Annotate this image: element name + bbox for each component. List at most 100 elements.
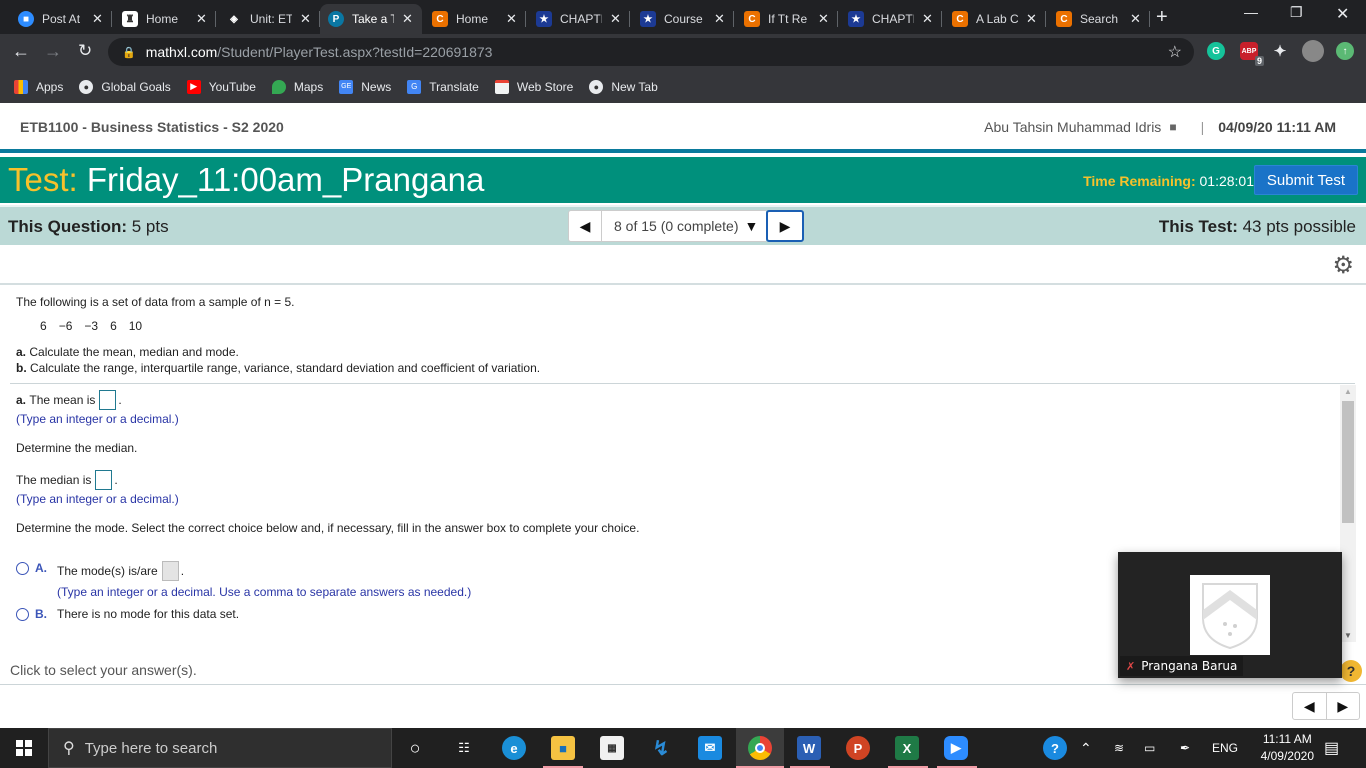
microsoft-store-icon[interactable]: ▦	[600, 736, 624, 760]
choice-b-radio[interactable]	[16, 608, 29, 621]
scroll-down-icon[interactable]: ▼	[1344, 631, 1352, 640]
update-icon[interactable]: ↑	[1336, 42, 1354, 60]
browser-toolbar: ← → ↻ 🔒 mathxl.com/Student/PlayerTest.as…	[0, 34, 1366, 70]
close-tab-icon[interactable]: ✕	[402, 11, 413, 27]
battery-icon[interactable]: ▭	[1144, 728, 1155, 768]
next-question-button[interactable]: ▶	[766, 210, 804, 242]
submit-test-button[interactable]: Submit Test	[1253, 165, 1358, 195]
close-tab-icon[interactable]: ✕	[506, 11, 517, 27]
bookmark-youtube[interactable]: ▶ YouTube	[186, 79, 256, 94]
zoom-app-icon[interactable]: ▶	[944, 736, 968, 760]
wifi-icon[interactable]: ≋	[1114, 728, 1124, 768]
question-select-dropdown[interactable]: 8 of 15 (0 complete) ▼	[602, 210, 766, 242]
close-tab-icon[interactable]: ✕	[92, 11, 103, 27]
excel-icon[interactable]: X	[895, 736, 919, 760]
language-indicator[interactable]: ENG	[1212, 728, 1238, 768]
reload-icon[interactable]: ↻	[78, 41, 92, 61]
course-header: ETB1100 - Business Statistics - S2 2020 …	[0, 103, 1366, 153]
page-nav: ◀ ▶	[1292, 692, 1360, 720]
browser-tab-strip: ■ Post At ✕ ♜ Home ✕ ◈ Unit: ET ✕ P Take a …	[0, 0, 1366, 34]
word-icon[interactable]: W	[797, 736, 821, 760]
user-name[interactable]: Abu Tahsin Muhammad Idris	[984, 119, 1161, 135]
grammarly-icon[interactable]: G	[1207, 42, 1225, 60]
bookmark-global-goals[interactable]: ● Global Goals	[79, 79, 171, 94]
taskbar-clock[interactable]: 11:11 AM 4/09/2020	[1261, 731, 1314, 765]
tab-course[interactable]: ★ Course ✕	[632, 4, 734, 34]
star-icon: ★	[536, 11, 552, 27]
bookmark-translate[interactable]: G Translate	[407, 79, 479, 94]
tab-post-at[interactable]: ■ Post At ✕	[10, 4, 112, 34]
bookmark-web-store[interactable]: Web Store	[494, 79, 573, 94]
help-icon[interactable]: ?	[1340, 660, 1362, 682]
tab-chapter-1[interactable]: ★ CHAPTI ✕	[528, 4, 630, 34]
close-window-icon[interactable]: ✕	[1336, 4, 1349, 24]
bookmark-news[interactable]: GE News	[339, 79, 391, 94]
close-tab-icon[interactable]: ✕	[922, 11, 933, 27]
profile-avatar[interactable]	[1302, 40, 1324, 62]
show-hidden-icons[interactable]: ⌃	[1080, 728, 1092, 768]
mean-input[interactable]	[99, 390, 117, 410]
restore-icon[interactable]: ❐	[1290, 4, 1303, 21]
zoom-icon: ■	[18, 11, 34, 27]
chrome-icon[interactable]	[748, 736, 772, 760]
tab-if-tt-re[interactable]: C If Tt Re ✕	[736, 4, 838, 34]
answer-scrollbar[interactable]: ▲ ▼	[1340, 385, 1356, 642]
close-tab-icon[interactable]: ✕	[300, 11, 311, 27]
google-news-icon: GE	[339, 79, 354, 94]
pen-icon[interactable]: ✒	[1180, 728, 1190, 768]
help-tray-icon[interactable]: ?	[1043, 736, 1067, 760]
close-tab-icon[interactable]: ✕	[196, 11, 207, 27]
bookmark-star-icon[interactable]: ☆	[1168, 42, 1182, 62]
previous-question-button[interactable]: ◀	[568, 210, 602, 242]
powerpoint-icon[interactable]: P	[846, 736, 870, 760]
bookmark-new-tab[interactable]: ● New Tab	[589, 79, 658, 94]
close-tab-icon[interactable]: ✕	[1026, 11, 1037, 27]
close-tab-icon[interactable]: ✕	[610, 11, 621, 27]
notifications-icon[interactable]: ▤	[1324, 728, 1339, 768]
web-store-icon	[494, 79, 509, 94]
close-tab-icon[interactable]: ✕	[818, 11, 829, 27]
new-tab-button[interactable]: +	[1156, 6, 1168, 29]
mode-input[interactable]	[161, 561, 179, 581]
part-b-instruction: b. Calculate the range, interquartile ra…	[16, 361, 541, 375]
tab-take-a-test[interactable]: P Take a T ✕	[320, 4, 422, 34]
adblock-icon[interactable]: ABP 9	[1240, 42, 1264, 66]
bookmark-maps[interactable]: Maps	[271, 79, 323, 94]
next-page-button[interactable]: ▶	[1327, 693, 1360, 719]
chegg-icon: C	[432, 11, 448, 27]
task-view-icon[interactable]: ☷	[452, 736, 476, 760]
power-automate-icon[interactable]: ↯	[649, 736, 673, 760]
gear-icon[interactable]: ⚙	[1332, 251, 1354, 280]
close-tab-icon[interactable]: ✕	[1130, 11, 1141, 27]
choice-b[interactable]: B. There is no mode for this data set.	[16, 607, 239, 621]
mail-icon[interactable]: ✉	[698, 736, 722, 760]
chegg-icon: C	[744, 11, 760, 27]
tab-search[interactable]: C Search ✕	[1048, 4, 1150, 34]
cortana-icon[interactable]: ○	[403, 736, 427, 760]
file-explorer-icon[interactable]: ■	[551, 736, 575, 760]
tab-chegg-home[interactable]: C Home ✕	[424, 4, 526, 34]
close-tab-icon[interactable]: ✕	[714, 11, 725, 27]
edge-icon[interactable]: e	[502, 736, 526, 760]
bookmark-apps[interactable]: Apps	[14, 79, 63, 94]
back-arrow-icon[interactable]: ←	[12, 41, 30, 62]
scroll-up-icon[interactable]: ▲	[1344, 387, 1352, 396]
choice-a[interactable]: A. The mode(s) is/are . (Type an integer…	[16, 561, 471, 599]
choice-a-radio[interactable]	[16, 562, 29, 575]
tab-unit[interactable]: ◈ Unit: ET ✕	[218, 4, 320, 34]
this-question-points: This Question: 5 pts	[8, 217, 169, 236]
tab-chapter-2[interactable]: ★ CHAPTI ✕	[840, 4, 942, 34]
minimize-icon[interactable]: —	[1244, 4, 1258, 20]
median-prompt: Determine the median.	[16, 441, 138, 455]
taskbar-search-box[interactable]: ⚲ Type here to search	[48, 728, 392, 768]
zoom-video-overlay[interactable]: ✗ Prangana Barua	[1118, 552, 1342, 678]
extensions-puzzle-icon[interactable]: ✦	[1271, 42, 1289, 60]
prev-page-button[interactable]: ◀	[1293, 693, 1327, 719]
address-bar[interactable]: 🔒 mathxl.com/Student/PlayerTest.aspx?tes…	[108, 38, 1194, 66]
tab-a-lab[interactable]: C A Lab C ✕	[944, 4, 1046, 34]
scrollbar-thumb[interactable]	[1342, 401, 1354, 523]
tab-home-monash[interactable]: ♜ Home ✕	[114, 4, 216, 34]
windows-start-icon[interactable]	[16, 740, 32, 756]
forward-arrow-icon[interactable]: →	[44, 41, 62, 62]
median-input[interactable]	[95, 470, 113, 490]
